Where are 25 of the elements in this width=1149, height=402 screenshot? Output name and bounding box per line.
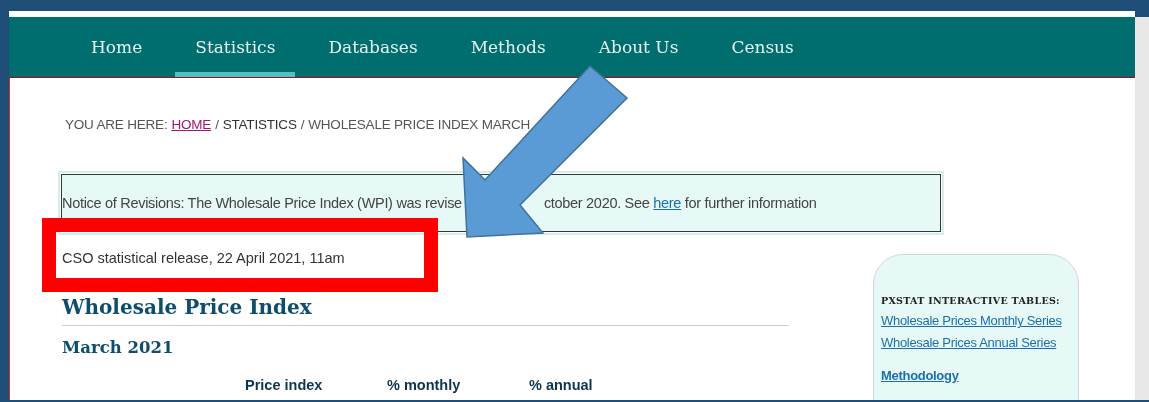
nav-tab[interactable]: Methods (450, 17, 566, 77)
nav-tab[interactable]: Databases (308, 17, 438, 77)
page-title: Wholesale Price Index (62, 295, 789, 326)
sidebar-link[interactable]: Wholesale Prices Monthly Series (881, 313, 1074, 329)
home-link[interactable]: HOME (171, 117, 212, 132)
breadcrumb-item: WHOLESALE PRICE INDEX MARCH (308, 117, 531, 132)
sidebar-link[interactable]: Methodology (881, 368, 1074, 384)
breadcrumb-separator: / (215, 117, 219, 132)
breadcrumb-item: STATISTICS (222, 117, 297, 132)
release-text: CSO statistical release, 22 April 2021, 11am (62, 250, 346, 266)
nav-tab[interactable]: Statistics (175, 17, 296, 77)
breadcrumb-separator: / (300, 117, 305, 132)
column-header: % annual (529, 377, 594, 393)
nav-tab[interactable]: Home (71, 17, 163, 77)
nav-tab[interactable]: About Us (578, 17, 699, 77)
breadcrumb-label: YOU ARE HERE: (65, 117, 168, 132)
notice-text: Notice of Revisions: The Wholesale Price Index (WPI) was revise (62, 195, 462, 211)
notice-text: ctober 2020. See here for further information (543, 195, 817, 211)
sidebar-heading: PXSTAT INTERACTIVE TABLES: (881, 295, 1060, 308)
sidebar-link[interactable]: Wholesale Prices Annual Series (881, 335, 1074, 351)
nav-tab[interactable]: Census (711, 17, 814, 77)
here-link[interactable]: here (653, 195, 682, 211)
page-subtitle: March 2021 (62, 338, 175, 357)
column-header: % monthly (387, 377, 462, 393)
column-header: Price index (245, 377, 324, 393)
